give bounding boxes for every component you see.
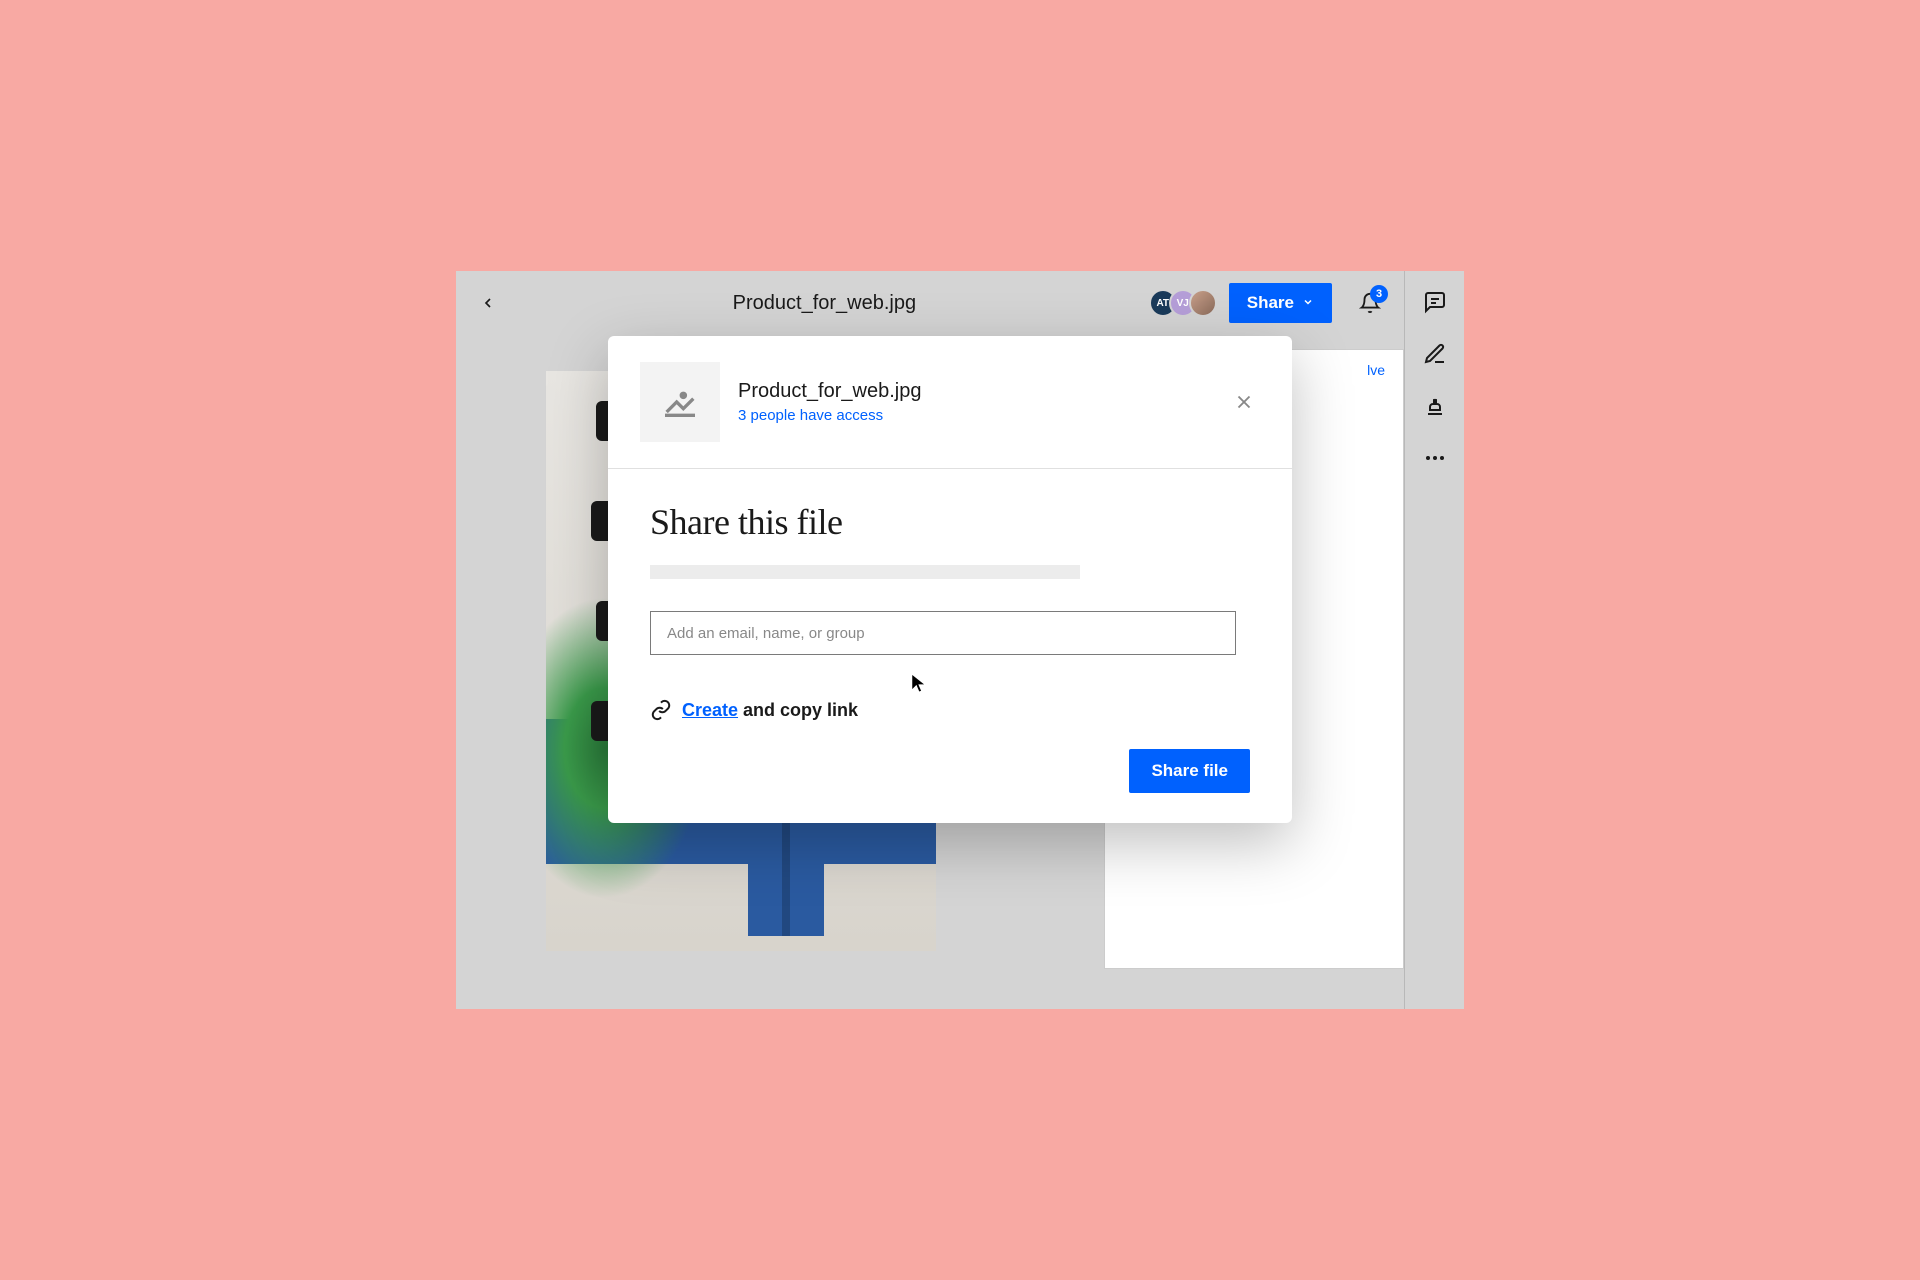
avatar[interactable] xyxy=(1189,289,1217,317)
back-button[interactable] xyxy=(476,291,500,315)
file-title: Product_for_web.jpg xyxy=(512,292,1137,315)
edit-button[interactable] xyxy=(1422,341,1448,367)
app-window: Product_for_web.jpg AT VJ Share 3 xyxy=(456,271,1464,1009)
modal-footer: Share file xyxy=(608,749,1292,823)
right-sidebar xyxy=(1404,271,1464,1009)
modal-file-name: Product_for_web.jpg xyxy=(738,380,1210,403)
chevron-left-icon xyxy=(480,295,496,311)
skeleton-line xyxy=(650,565,1080,579)
close-button[interactable] xyxy=(1228,386,1260,418)
edit-icon xyxy=(1423,342,1447,366)
modal-title: Share this file xyxy=(650,501,1250,543)
share-button-label: Share xyxy=(1247,293,1294,313)
avatar-stack[interactable]: AT VJ xyxy=(1149,289,1217,317)
main-area: Product_for_web.jpg AT VJ Share 3 xyxy=(456,271,1404,1009)
create-link-label[interactable]: Create xyxy=(682,700,738,720)
modal-body: Share this file Create and copy link xyxy=(608,469,1292,749)
stamp-button[interactable] xyxy=(1422,393,1448,419)
create-link-row[interactable]: Create and copy link xyxy=(650,699,1250,721)
recipient-input[interactable] xyxy=(650,611,1236,655)
chevron-down-icon xyxy=(1302,296,1314,311)
stamp-icon xyxy=(1423,394,1447,418)
share-button[interactable]: Share xyxy=(1229,283,1332,323)
topbar: Product_for_web.jpg AT VJ Share 3 xyxy=(456,271,1404,335)
more-button[interactable] xyxy=(1422,445,1448,471)
link-icon xyxy=(650,699,672,721)
access-link[interactable]: 3 people have access xyxy=(738,407,1210,424)
resolve-link[interactable]: lve xyxy=(1367,362,1385,378)
close-icon xyxy=(1233,391,1255,413)
notification-badge: 3 xyxy=(1370,285,1388,303)
comments-button[interactable] xyxy=(1422,289,1448,315)
modal-file-meta: Product_for_web.jpg 3 people have access xyxy=(738,380,1210,424)
more-icon xyxy=(1423,446,1447,470)
share-file-button[interactable]: Share file xyxy=(1129,749,1250,793)
copy-link-rest: and copy link xyxy=(738,700,858,720)
notifications-button[interactable]: 3 xyxy=(1356,289,1384,317)
modal-header: Product_for_web.jpg 3 people have access xyxy=(608,336,1292,469)
share-modal: Product_for_web.jpg 3 people have access… xyxy=(608,336,1292,823)
comments-icon xyxy=(1423,290,1447,314)
file-thumbnail xyxy=(640,362,720,442)
image-icon xyxy=(660,382,700,422)
